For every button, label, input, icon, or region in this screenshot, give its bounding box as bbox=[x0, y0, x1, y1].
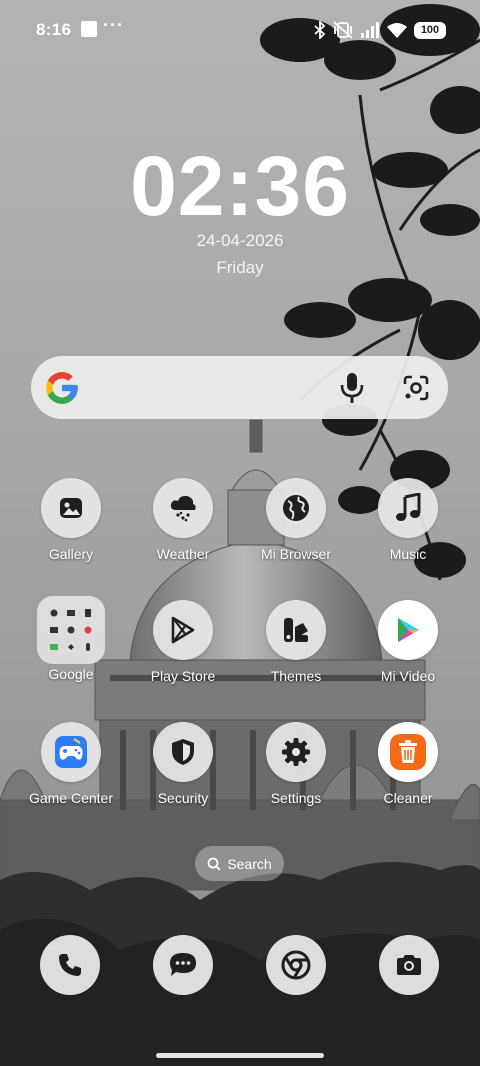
shield-icon bbox=[153, 722, 213, 782]
app-label: Game Center bbox=[28, 790, 114, 806]
globe-icon bbox=[266, 478, 326, 538]
app-music[interactable]: Music bbox=[352, 478, 464, 562]
status-bar: 8:16 ··· 100 bbox=[0, 0, 480, 60]
dock-phone[interactable] bbox=[40, 935, 100, 995]
app-game-center[interactable]: Game Center bbox=[15, 722, 127, 806]
folder-icon bbox=[37, 596, 105, 664]
app-label: Gallery bbox=[48, 546, 94, 562]
app-label: Mi Browser bbox=[260, 546, 331, 562]
clock-time[interactable]: 02:36 bbox=[0, 140, 480, 232]
camera-icon bbox=[397, 955, 421, 975]
app-label: Music bbox=[389, 546, 427, 562]
app-label: Weather bbox=[156, 546, 210, 562]
app-mi-video[interactable]: Mi Video bbox=[352, 600, 464, 684]
gamepad-icon bbox=[41, 722, 101, 782]
gear-icon bbox=[266, 722, 326, 782]
more-notifications-icon: ··· bbox=[103, 15, 124, 35]
microphone-icon[interactable] bbox=[339, 372, 365, 404]
play-store-icon bbox=[153, 600, 213, 660]
google-search-widget[interactable] bbox=[31, 356, 448, 419]
gallery-icon bbox=[41, 478, 101, 538]
clock-date: 24-04-2026 bbox=[196, 231, 284, 250]
phone-icon bbox=[59, 954, 81, 976]
app-label: Google bbox=[48, 666, 94, 682]
notification-square-icon bbox=[81, 21, 97, 37]
app-settings[interactable]: Settings bbox=[240, 722, 352, 806]
weather-icon bbox=[153, 478, 213, 538]
signal-icon bbox=[361, 22, 379, 38]
app-label: Themes bbox=[270, 668, 322, 684]
themes-icon bbox=[266, 600, 326, 660]
trash-icon bbox=[378, 722, 438, 782]
dock-messages[interactable] bbox=[153, 935, 213, 995]
chrome-icon bbox=[281, 950, 311, 980]
app-gallery[interactable]: Gallery bbox=[15, 478, 127, 562]
app-play-store[interactable]: Play Store bbox=[127, 600, 239, 684]
gesture-nav-handle[interactable] bbox=[156, 1053, 324, 1058]
app-label: Settings bbox=[270, 790, 322, 806]
app-label: Security bbox=[157, 790, 209, 806]
app-mi-browser[interactable]: Mi Browser bbox=[240, 478, 352, 562]
search-icon bbox=[207, 857, 221, 871]
folder-google[interactable]: Google bbox=[15, 596, 127, 682]
app-label: Cleaner bbox=[383, 790, 433, 806]
home-search-button[interactable]: Search bbox=[195, 846, 284, 881]
app-label: Play Store bbox=[150, 668, 216, 684]
dock-camera[interactable] bbox=[379, 935, 439, 995]
app-themes[interactable]: Themes bbox=[240, 600, 352, 684]
google-logo-icon bbox=[46, 372, 78, 404]
app-cleaner[interactable]: Cleaner bbox=[352, 722, 464, 806]
messages-icon bbox=[170, 953, 196, 976]
dock-chrome[interactable] bbox=[266, 935, 326, 995]
home-search-label: Search bbox=[227, 855, 272, 872]
app-weather[interactable]: Weather bbox=[127, 478, 239, 562]
app-label: Mi Video bbox=[380, 668, 436, 684]
status-time: 8:16 bbox=[36, 20, 72, 39]
vibrate-off-icon bbox=[333, 21, 353, 39]
bluetooth-icon bbox=[314, 21, 326, 39]
google-lens-icon[interactable] bbox=[403, 375, 429, 401]
play-video-icon bbox=[378, 600, 438, 660]
app-security[interactable]: Security bbox=[127, 722, 239, 806]
music-note-icon bbox=[378, 478, 438, 538]
clock-day: Friday bbox=[216, 258, 264, 277]
battery-icon: 100 bbox=[414, 21, 446, 39]
wifi-icon bbox=[387, 23, 407, 38]
status-icons: 100 bbox=[314, 18, 446, 42]
